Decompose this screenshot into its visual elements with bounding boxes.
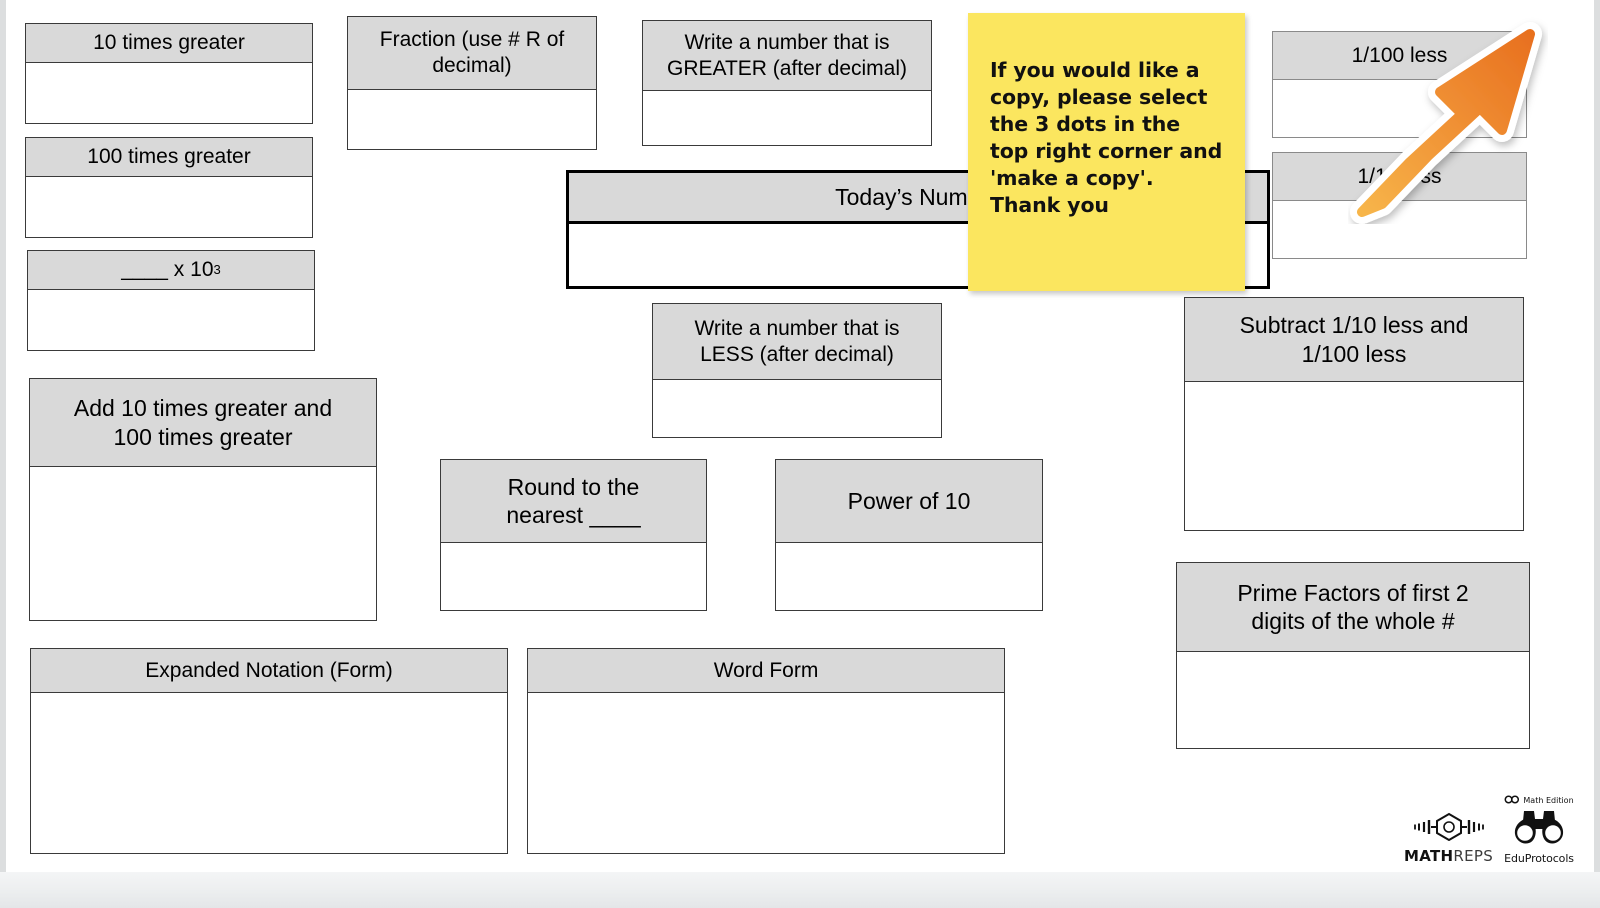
box-hundred-times-greater-label: 100 times greater bbox=[26, 138, 312, 177]
slide-canvas: 10 times greater 100 times greater ____ … bbox=[0, 0, 1600, 908]
box-prime-factors-answer[interactable] bbox=[1177, 652, 1529, 748]
box-one-hundredth-less[interactable]: 1/100 less bbox=[1272, 31, 1527, 138]
box-round-to-nearest[interactable]: Round to the nearest ____ bbox=[440, 459, 707, 611]
footer-logos: MATHREPS Math Edition EduProtocols bbox=[1404, 795, 1575, 865]
mathreps-bold-text: MATH bbox=[1404, 847, 1454, 865]
box-one-hundredth-less-answer[interactable] bbox=[1273, 80, 1526, 137]
box-hundred-times-greater[interactable]: 100 times greater bbox=[25, 137, 313, 238]
box-blank-times-ten-cubed-text: ____ x 10 bbox=[121, 258, 214, 281]
box-write-number-less-answer[interactable] bbox=[653, 380, 941, 437]
box-subtract-tenth-and-hundredth-answer[interactable] bbox=[1185, 382, 1523, 530]
box-add-10-and-100-times-greater[interactable]: Add 10 times greater and 100 times great… bbox=[29, 378, 377, 621]
box-add-10-and-100-times-greater-label: Add 10 times greater and 100 times great… bbox=[30, 379, 376, 467]
box-fraction-use-r-of-decimal-label: Fraction (use # R of decimal) bbox=[348, 17, 596, 90]
box-one-tenth-less-answer[interactable] bbox=[1273, 201, 1526, 258]
box-prime-factors-label: Prime Factors of first 2 digits of the w… bbox=[1177, 563, 1529, 652]
box-word-form-label: Word Form bbox=[528, 649, 1004, 693]
box-write-number-less-label: Write a number that is LESS (after decim… bbox=[653, 304, 941, 380]
sticky-note[interactable]: If you would like a copy, please select … bbox=[968, 13, 1245, 291]
box-fraction-use-r-of-decimal[interactable]: Fraction (use # R of decimal) bbox=[347, 16, 597, 150]
box-round-to-nearest-answer[interactable] bbox=[441, 543, 706, 610]
box-blank-times-ten-cubed[interactable]: ____ x 10 3 bbox=[27, 250, 315, 351]
box-write-number-greater-label: Write a number that is GREATER (after de… bbox=[643, 21, 931, 91]
box-expanded-notation-form-label: Expanded Notation (Form) bbox=[31, 649, 507, 693]
mathreps-barbell-hexagon-icon bbox=[1412, 811, 1486, 846]
box-prime-factors[interactable]: Prime Factors of first 2 digits of the w… bbox=[1176, 562, 1530, 749]
box-ten-times-greater[interactable]: 10 times greater bbox=[25, 23, 313, 124]
box-blank-times-ten-cubed-label: ____ x 10 3 bbox=[28, 251, 314, 290]
box-round-to-nearest-label: Round to the nearest ____ bbox=[441, 460, 706, 543]
box-word-form-answer[interactable] bbox=[528, 693, 1004, 853]
exponent-three: 3 bbox=[213, 261, 221, 277]
math-edition-text: Math Edition bbox=[1523, 796, 1574, 805]
mathreps-logo: MATHREPS bbox=[1404, 811, 1493, 865]
binoculars-icon bbox=[1503, 807, 1575, 852]
box-one-tenth-less[interactable]: 1/10 less bbox=[1272, 152, 1527, 259]
box-power-of-10[interactable]: Power of 10 bbox=[775, 459, 1043, 611]
box-fraction-use-r-of-decimal-answer[interactable] bbox=[348, 90, 596, 149]
infinity-rings-icon bbox=[1504, 795, 1520, 806]
math-edition-tagline: Math Edition bbox=[1504, 795, 1574, 806]
box-hundred-times-greater-answer[interactable] bbox=[26, 176, 312, 237]
box-one-hundredth-less-label: 1/100 less bbox=[1273, 32, 1526, 80]
box-blank-times-ten-cubed-answer[interactable] bbox=[28, 289, 314, 350]
box-one-tenth-less-label: 1/10 less bbox=[1273, 153, 1526, 201]
mathreps-light-text: REPS bbox=[1453, 847, 1494, 865]
box-write-number-greater-answer[interactable] bbox=[643, 91, 931, 145]
box-subtract-tenth-and-hundredth-label: Subtract 1/10 less and 1/100 less bbox=[1185, 298, 1523, 382]
box-word-form[interactable]: Word Form bbox=[527, 648, 1005, 854]
mathreps-wordmark: MATHREPS bbox=[1404, 847, 1493, 865]
box-expanded-notation-form-answer[interactable] bbox=[31, 693, 507, 853]
box-subtract-tenth-and-hundredth[interactable]: Subtract 1/10 less and 1/100 less bbox=[1184, 297, 1524, 531]
box-write-number-less[interactable]: Write a number that is LESS (after decim… bbox=[652, 303, 942, 438]
right-gutter bbox=[1594, 0, 1600, 875]
box-power-of-10-label: Power of 10 bbox=[776, 460, 1042, 543]
box-ten-times-greater-answer[interactable] bbox=[26, 62, 312, 123]
eduprotocols-logo: Math Edition EduProtocols bbox=[1503, 795, 1575, 865]
page-bottom-shadow bbox=[0, 872, 1600, 908]
eduprotocols-wordmark: EduProtocols bbox=[1504, 852, 1574, 865]
sticky-note-text: If you would like a copy, please select … bbox=[990, 58, 1223, 218]
box-expanded-notation-form[interactable]: Expanded Notation (Form) bbox=[30, 648, 508, 854]
box-add-10-and-100-times-greater-answer[interactable] bbox=[30, 467, 376, 620]
box-power-of-10-answer[interactable] bbox=[776, 543, 1042, 610]
box-write-number-greater[interactable]: Write a number that is GREATER (after de… bbox=[642, 20, 932, 146]
box-ten-times-greater-label: 10 times greater bbox=[26, 24, 312, 63]
